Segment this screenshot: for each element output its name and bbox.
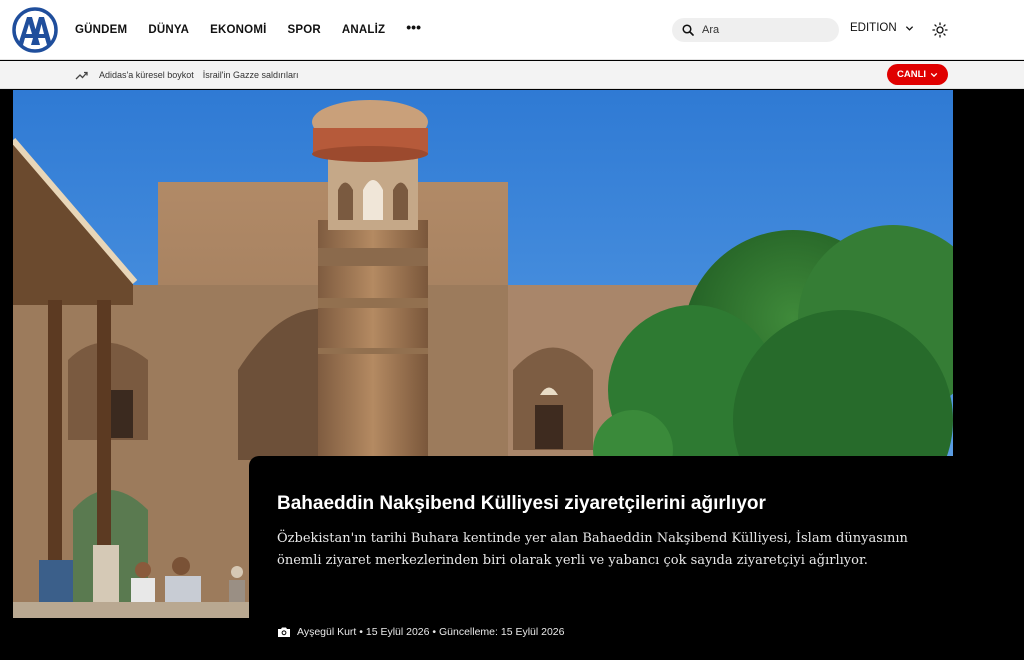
article-summary: Özbekistan'ın tarihi Buhara kentinde yer… bbox=[277, 531, 908, 568]
edition-label: EDITION bbox=[850, 22, 897, 34]
camera-icon bbox=[278, 627, 290, 637]
search-icon bbox=[682, 24, 694, 36]
site-header: GÜNDEM DÜNYA EKONOMİ SPOR ANALİZ ••• EDI… bbox=[0, 0, 1024, 60]
nav-item-analiz[interactable]: ANALİZ bbox=[342, 24, 385, 36]
edition-dropdown[interactable]: EDITION bbox=[850, 22, 914, 34]
more-menu-button[interactable]: ••• bbox=[406, 19, 421, 35]
trend-up-icon bbox=[75, 71, 88, 80]
nav-item-spor[interactable]: SPOR bbox=[288, 24, 321, 36]
nav-item-ekonomi[interactable]: EKONOMİ bbox=[210, 24, 266, 36]
search-input[interactable] bbox=[702, 24, 832, 36]
trending-bar: Adidas'a küresel boykot İsrail'in Gazze … bbox=[0, 61, 1024, 89]
article-caption: Bahaeddin Nakşibend Külliyesi ziyaretçil… bbox=[249, 456, 953, 660]
byline-text: Ayşegül Kurt • 15 Eylül 2026 • Güncellem… bbox=[297, 626, 565, 638]
article-title[interactable]: Bahaeddin Nakşibend Külliyesi ziyaretçil… bbox=[277, 492, 937, 516]
nav-item-gundem[interactable]: GÜNDEM bbox=[75, 24, 127, 36]
aa-logo[interactable] bbox=[12, 7, 58, 53]
trending-links: Adidas'a küresel boykot İsrail'in Gazze … bbox=[99, 61, 308, 89]
live-label: CANLI bbox=[896, 69, 927, 80]
trending-link[interactable]: İsrail'in Gazze saldırıları bbox=[203, 70, 299, 80]
sun-icon[interactable] bbox=[932, 22, 948, 38]
live-button[interactable]: CANLI bbox=[887, 64, 948, 85]
chevron-down-icon bbox=[930, 72, 938, 77]
main-nav: GÜNDEM DÜNYA EKONOMİ SPOR ANALİZ ••• bbox=[75, 0, 421, 60]
chevron-down-icon bbox=[905, 25, 913, 31]
search-box[interactable] bbox=[672, 18, 839, 42]
trending-link[interactable]: Adidas'a küresel boykot bbox=[99, 70, 194, 80]
nav-item-dunya[interactable]: DÜNYA bbox=[148, 24, 189, 36]
article-byline: Ayşegül Kurt • 15 Eylül 2026 • Güncellem… bbox=[277, 626, 564, 638]
